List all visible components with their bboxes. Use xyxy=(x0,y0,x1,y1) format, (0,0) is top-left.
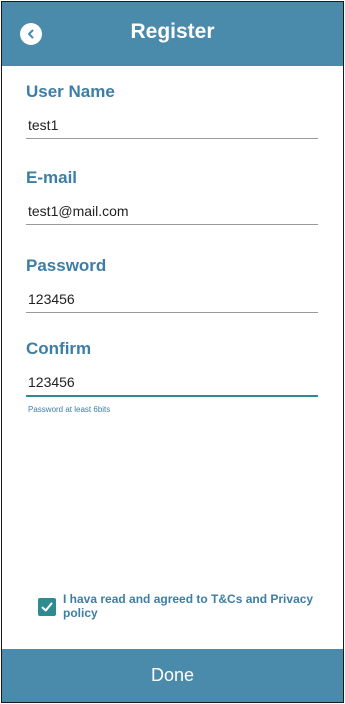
password-input[interactable] xyxy=(26,290,318,313)
page-title: Register xyxy=(130,20,215,43)
email-label: E-mail xyxy=(26,168,78,187)
agreement-checkbox[interactable] xyxy=(38,598,56,616)
checkmark-icon xyxy=(41,602,53,612)
confirm-input[interactable] xyxy=(26,373,318,397)
register-screen: Register User Name E-mail Password Confi… xyxy=(1,1,344,703)
password-hint: Password at least 6bits xyxy=(28,405,111,414)
password-field-group: Password xyxy=(26,256,318,313)
agreement-row: I hava read and agreed to T&Cs and Priva… xyxy=(38,592,328,620)
agreement-text: I hava read and agreed to T&Cs and Priva… xyxy=(63,592,314,620)
username-input[interactable] xyxy=(26,116,318,139)
done-button[interactable]: Done xyxy=(2,649,343,702)
username-label: User Name xyxy=(26,82,115,101)
email-input[interactable] xyxy=(26,202,318,225)
password-label: Password xyxy=(26,256,107,275)
email-field-group: E-mail xyxy=(26,168,318,225)
app-header: Register xyxy=(2,2,343,66)
confirm-label: Confirm xyxy=(26,339,92,358)
confirm-field-group: Confirm Password at least 6bits xyxy=(26,339,318,414)
username-field-group: User Name xyxy=(26,82,318,139)
